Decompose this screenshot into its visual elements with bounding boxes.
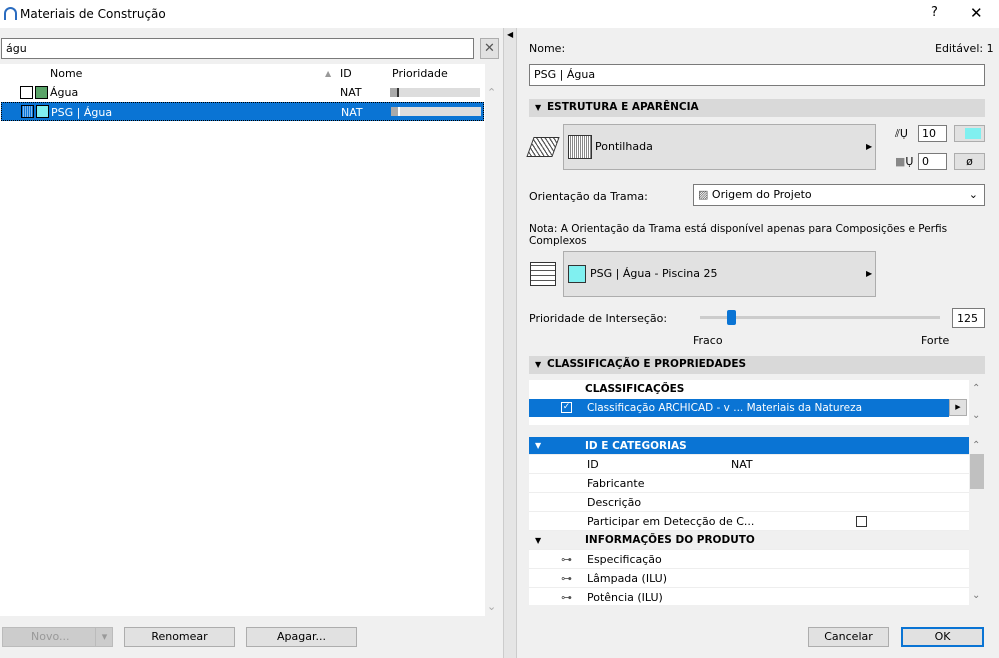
fill-picker-button[interactable]: Pontilhada ▶ — [563, 124, 876, 170]
scroll-down-icon[interactable]: ⌄ — [487, 600, 496, 613]
name-input[interactable]: PSG | Água — [529, 64, 985, 86]
row-id: NAT — [341, 106, 363, 119]
classification-arrow-button[interactable]: ▶ — [949, 399, 967, 416]
scrollbar-thumb[interactable] — [970, 454, 984, 489]
classification-row[interactable]: ✓ Classificação ARCHICAD - v ... Materia… — [529, 399, 949, 417]
scroll-down-icon[interactable]: ⌄ — [972, 410, 981, 421]
prop-row-id[interactable]: ID NAT — [529, 455, 969, 474]
fill-color-button[interactable] — [954, 125, 985, 142]
arrow-right-icon: ▶ — [866, 269, 873, 278]
strong-label: Forte — [921, 334, 950, 347]
priority-label: Prioridade de Interseção: — [529, 312, 668, 325]
bg-pen-input[interactable]: 0 — [918, 153, 947, 170]
group-id-categories[interactable]: ▼ ID E CATEGORIAS — [529, 437, 969, 455]
slider-thumb[interactable] — [727, 310, 737, 325]
sort-asc-icon: ▲ — [325, 69, 332, 78]
name-label: Nome: — [529, 42, 566, 55]
classification-text: Classificação ARCHICAD - v ... Materiais… — [587, 402, 863, 414]
arrow-right-icon: ▶ — [866, 142, 873, 151]
prop-row-descricao[interactable]: Descrição — [529, 493, 969, 512]
fill-swatch — [20, 86, 33, 99]
list-header: Nome ▲ ID Prioridade — [0, 64, 485, 83]
new-button[interactable]: Novo... ▾ — [2, 627, 113, 647]
surface-icon — [530, 262, 556, 286]
search-input[interactable]: águ — [1, 38, 474, 59]
rename-button[interactable]: Renomear — [124, 627, 235, 647]
classification-list[interactable]: CLASSIFICAÇÕES ✓ Classificação ARCHICAD … — [529, 380, 969, 425]
surface-name: PSG | Água - Piscina 25 — [590, 267, 718, 280]
row-name: PSG | Água — [51, 106, 113, 119]
bg-pen-icon: ■Ụ — [895, 155, 914, 168]
ok-button[interactable]: OK — [901, 627, 984, 647]
row-name: Água — [50, 86, 79, 99]
classifications-header: CLASSIFICAÇÕES — [585, 383, 685, 395]
fill-type-icon — [526, 137, 560, 157]
weak-label: Fraco — [693, 334, 723, 347]
link-icon: ⊶ — [561, 591, 572, 604]
hatch-origin-icon: ▨ — [698, 188, 709, 201]
fill-pen-input[interactable]: 10 — [918, 125, 947, 142]
color-swatch — [36, 105, 49, 118]
priority-bar — [390, 88, 480, 97]
chevron-down-icon: ⌄ — [968, 188, 978, 201]
fill-swatch — [21, 105, 34, 118]
cancel-button[interactable]: Cancelar — [808, 627, 889, 647]
scroll-up-icon[interactable]: ⌃ — [972, 383, 981, 394]
prop-row-especificacao[interactable]: ⊶ Especificação — [529, 550, 969, 569]
priority-bar — [391, 107, 481, 116]
surface-picker-button[interactable]: PSG | Água - Piscina 25 ▶ — [563, 251, 876, 297]
app-icon — [4, 7, 17, 20]
clear-search-button[interactable]: ✕ — [480, 38, 499, 59]
prop-row-potencia[interactable]: ⊶ Potência (ILU) — [529, 588, 969, 605]
checkbox-checked[interactable]: ✓ — [561, 402, 572, 413]
prop-row-lampada[interactable]: ⊶ Lâmpada (ILU) — [529, 569, 969, 588]
link-icon: ⊶ — [561, 572, 572, 585]
chevron-down-icon: ▾ — [95, 628, 113, 646]
section-classification[interactable]: ▼ CLASSIFICAÇÃO E PROPRIEDADES — [529, 356, 985, 374]
priority-input[interactable]: 125 — [952, 308, 985, 328]
fill-name: Pontilhada — [595, 140, 653, 153]
close-button[interactable]: ✕ — [970, 4, 983, 22]
fill-pattern-icon — [568, 135, 592, 159]
window-title: Materiais de Construção — [20, 7, 166, 21]
prop-row-participar[interactable]: Participar em Detecção de C... — [529, 512, 969, 531]
row-id: NAT — [340, 86, 362, 99]
title-bar: Materiais de Construção ? ✕ — [0, 0, 999, 28]
column-id[interactable]: ID — [340, 64, 352, 83]
splitter[interactable]: ◀ — [503, 28, 517, 658]
color-swatch — [35, 86, 48, 99]
prop-row-fabricante[interactable]: Fabricante — [529, 474, 969, 493]
scroll-up-icon[interactable]: ⌃ — [972, 440, 981, 451]
checkbox[interactable] — [856, 516, 867, 527]
scroll-down-icon[interactable]: ⌄ — [972, 590, 981, 601]
column-name[interactable]: Nome — [50, 64, 82, 83]
help-button[interactable]: ? — [931, 5, 938, 20]
fill-pen-icon: ⫽Ụ — [895, 127, 908, 140]
table-row[interactable]: Água NAT — [0, 83, 485, 102]
section-structure[interactable]: ▼ ESTRUTURA E APARÊNCIA — [529, 99, 985, 117]
link-icon: ⊶ — [561, 553, 572, 566]
orientation-select[interactable]: ▨ Origem do Projeto ⌄ — [693, 184, 985, 206]
group-product-info[interactable]: ▼ INFORMAÇÕES DO PRODUTO — [529, 531, 969, 550]
priority-slider[interactable] — [700, 310, 940, 325]
scroll-up-icon[interactable]: ⌃ — [487, 86, 496, 99]
table-row-selected[interactable]: PSG | Água NAT — [1, 102, 484, 121]
delete-button[interactable]: Apagar... — [246, 627, 357, 647]
materials-list[interactable]: Nome ▲ ID Prioridade Água NAT PSG | Água… — [0, 64, 496, 616]
properties-table[interactable]: ▼ ID E CATEGORIAS ID NAT Fabricante Descri… — [529, 437, 969, 605]
bg-color-button[interactable]: ø — [954, 153, 985, 170]
orientation-label: Orientação da Trama: — [529, 190, 648, 203]
orientation-note: Nota: A Orientação da Trama está disponí… — [529, 223, 948, 247]
column-priority[interactable]: Prioridade — [392, 64, 448, 83]
surface-swatch — [568, 265, 586, 283]
editable-label: Editável: 1 — [935, 42, 994, 55]
